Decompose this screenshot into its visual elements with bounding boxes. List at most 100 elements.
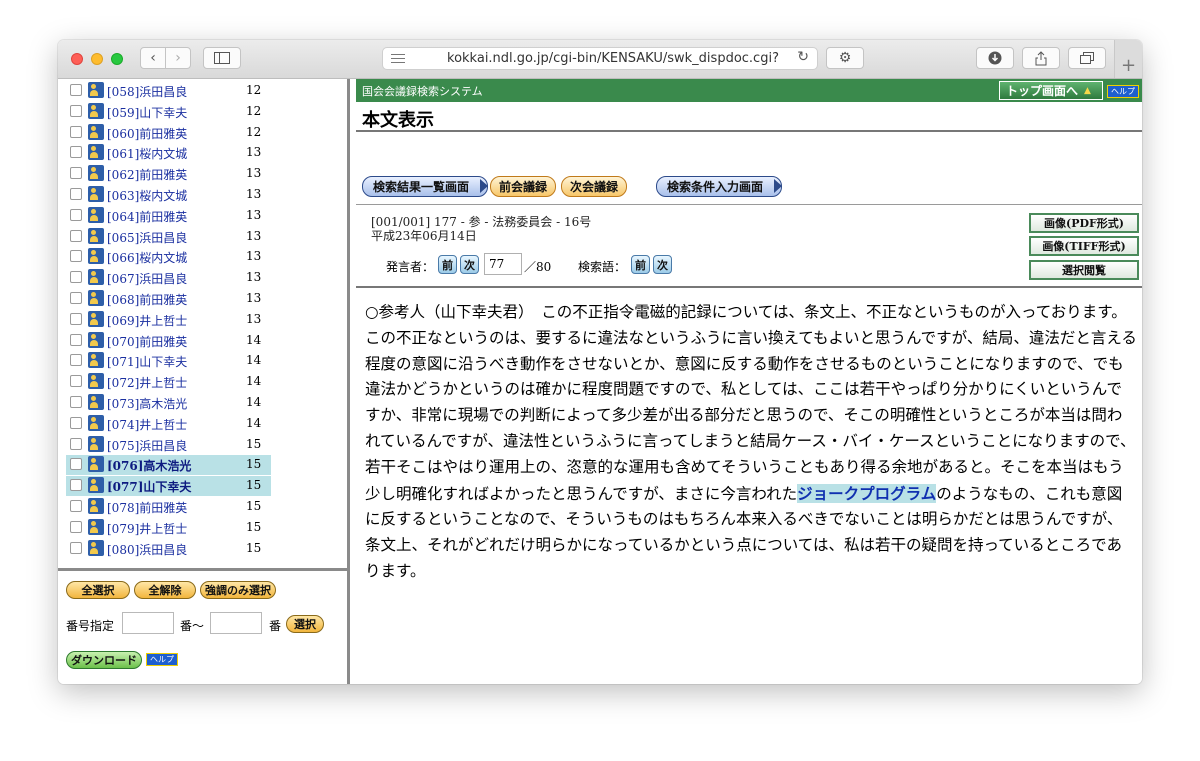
speaker-row[interactable]: [061]桜内文城 13 — [66, 143, 271, 163]
new-tab-button[interactable]: + — [1114, 40, 1142, 78]
speaker-link[interactable]: [062]前田雅英 — [107, 166, 187, 183]
select-all-button[interactable]: 全選択 — [66, 581, 130, 599]
next-term-button[interactable]: 次 — [653, 255, 672, 274]
speaker-row[interactable]: [072]井上哲士 14 — [66, 372, 271, 392]
speaker-row[interactable]: [062]前田雅英 13 — [66, 164, 271, 184]
to-number-input[interactable] — [210, 612, 262, 634]
speaker-checkbox[interactable] — [70, 520, 82, 533]
highlight-only-button[interactable]: 強調のみ選択 — [200, 581, 276, 599]
deselect-all-button[interactable]: 全解除 — [134, 581, 196, 599]
speaker-checkbox[interactable] — [70, 250, 82, 263]
speaker-link[interactable]: [060]前田雅英 — [107, 125, 187, 142]
speaker-row[interactable]: [059]山下幸夫 12 — [66, 102, 271, 122]
speaker-link[interactable]: [066]桜内文城 — [107, 249, 187, 266]
speaker-link[interactable]: [073]高木浩光 — [107, 395, 187, 412]
sidebar-toggle-button[interactable] — [203, 47, 241, 69]
speaker-link[interactable]: [063]桜内文城 — [107, 187, 187, 204]
speaker-row[interactable]: [071]山下幸夫 14 — [66, 351, 271, 371]
speaker-link[interactable]: [071]山下幸夫 — [107, 353, 187, 370]
from-number-input[interactable] — [122, 612, 174, 634]
speaker-row[interactable]: [067]浜田昌良 13 — [66, 268, 271, 288]
tiff-image-button[interactable]: 画像(TIFF形式) — [1029, 236, 1139, 256]
speaker-checkbox[interactable] — [70, 541, 82, 554]
speaker-link[interactable]: [072]井上哲士 — [107, 374, 187, 391]
prev-meeting-button[interactable]: 前会議録 — [490, 176, 556, 197]
downloads-button[interactable] — [976, 47, 1014, 69]
zoom-window-button[interactable] — [111, 53, 123, 65]
speaker-row[interactable]: [075]浜田昌良 15 — [66, 435, 271, 455]
speaker-checkbox[interactable] — [70, 229, 82, 242]
speaker-link[interactable]: [065]浜田昌良 — [107, 229, 187, 246]
speaker-checkbox[interactable] — [70, 479, 82, 492]
speaker-row[interactable]: [077]山下幸夫 15 — [66, 476, 271, 497]
speaker-checkbox[interactable] — [70, 188, 82, 200]
speaker-checkbox[interactable] — [70, 333, 82, 346]
speaker-link[interactable]: [069]井上哲士 — [107, 312, 187, 329]
speaker-link[interactable]: [059]山下幸夫 — [107, 104, 187, 121]
settings-button[interactable]: ⚙ — [826, 47, 864, 69]
back-button[interactable]: ‹ — [140, 47, 166, 69]
reload-icon[interactable]: ↻ — [797, 49, 809, 65]
top-page-button[interactable]: トップ画面へ ▲ — [999, 81, 1103, 100]
tabs-button[interactable] — [1068, 47, 1106, 69]
speaker-checkbox[interactable] — [70, 437, 82, 450]
speaker-row[interactable]: [076]高木浩光 15 — [66, 455, 271, 476]
speaker-checkbox[interactable] — [70, 458, 82, 471]
minimize-window-button[interactable] — [91, 53, 103, 65]
speaker-number-input[interactable]: 77 — [484, 253, 522, 275]
speaker-row[interactable]: [065]浜田昌良 13 — [66, 227, 271, 247]
speaker-link[interactable]: [075]浜田昌良 — [107, 437, 187, 454]
speaker-row[interactable]: [060]前田雅英 12 — [66, 123, 271, 143]
speaker-row[interactable]: [078]前田雅英 15 — [66, 497, 271, 517]
speaker-checkbox[interactable] — [70, 84, 82, 96]
speaker-checkbox[interactable] — [70, 292, 82, 304]
next-speaker-button[interactable]: 次 — [460, 255, 479, 274]
speaker-checkbox[interactable] — [70, 354, 82, 367]
speaker-link[interactable]: [080]浜田昌良 — [107, 541, 187, 558]
speaker-checkbox[interactable] — [70, 271, 82, 284]
prev-term-button[interactable]: 前 — [631, 255, 650, 274]
speaker-checkbox[interactable] — [70, 375, 82, 388]
speaker-checkbox[interactable] — [70, 396, 82, 408]
speaker-link[interactable]: [074]井上哲士 — [107, 416, 187, 433]
speaker-row[interactable]: [058]浜田昌良 12 — [66, 81, 271, 101]
speaker-checkbox[interactable] — [70, 312, 82, 325]
speaker-link[interactable]: [064]前田雅英 — [107, 208, 187, 225]
speaker-row[interactable]: [073]高木浩光 14 — [66, 393, 271, 413]
speaker-row[interactable]: [066]桜内文城 13 — [66, 247, 271, 267]
speaker-checkbox[interactable] — [70, 416, 82, 429]
prev-speaker-button[interactable]: 前 — [438, 255, 457, 274]
speaker-checkbox[interactable] — [70, 125, 82, 138]
speaker-checkbox[interactable] — [70, 500, 82, 512]
speaker-link[interactable]: [077]山下幸夫 — [107, 478, 191, 495]
address-bar[interactable]: kokkai.ndl.go.jp/cgi-bin/KENSAKU/swk_dis… — [382, 47, 818, 70]
speaker-row[interactable]: [063]桜内文城 13 — [66, 185, 271, 205]
speaker-link[interactable]: [078]前田雅英 — [107, 499, 187, 516]
share-button[interactable] — [1022, 47, 1060, 69]
speaker-checkbox[interactable] — [70, 104, 82, 117]
pdf-image-button[interactable]: 画像(PDF形式) — [1029, 213, 1139, 233]
speaker-row[interactable]: [070]前田雅英 14 — [66, 331, 271, 351]
next-meeting-button[interactable]: 次会議録 — [561, 176, 627, 197]
speaker-row[interactable]: [079]井上哲士 15 — [66, 518, 271, 538]
forward-button[interactable]: › — [165, 47, 191, 69]
speaker-link[interactable]: [076]高木浩光 — [107, 457, 191, 474]
speaker-checkbox[interactable] — [70, 167, 82, 180]
search-conditions-button[interactable]: 検索条件入力画面 — [656, 176, 782, 197]
speaker-link[interactable]: [061]桜内文城 — [107, 145, 187, 162]
speaker-checkbox[interactable] — [70, 146, 82, 159]
download-button[interactable]: ダウンロード — [66, 651, 142, 669]
speaker-row[interactable]: [074]井上哲士 14 — [66, 414, 271, 434]
speaker-row[interactable]: [080]浜田昌良 15 — [66, 539, 271, 559]
results-list-button[interactable]: 検索結果一覧画面 — [362, 176, 488, 197]
speaker-row[interactable]: [064]前田雅英 13 — [66, 206, 271, 226]
speaker-link[interactable]: [070]前田雅英 — [107, 333, 187, 350]
selective-browse-button[interactable]: 選択閲覧 — [1029, 260, 1139, 280]
speaker-link[interactable]: [058]浜田昌良 — [107, 83, 187, 100]
speaker-link[interactable]: [079]井上哲士 — [107, 520, 187, 537]
close-window-button[interactable] — [71, 53, 83, 65]
range-select-button[interactable]: 選択 — [286, 615, 324, 633]
help-button-top[interactable]: ヘルプ — [1107, 85, 1139, 98]
help-button-left[interactable]: ヘルプ — [146, 653, 178, 666]
speaker-link[interactable]: [067]浜田昌良 — [107, 270, 187, 287]
